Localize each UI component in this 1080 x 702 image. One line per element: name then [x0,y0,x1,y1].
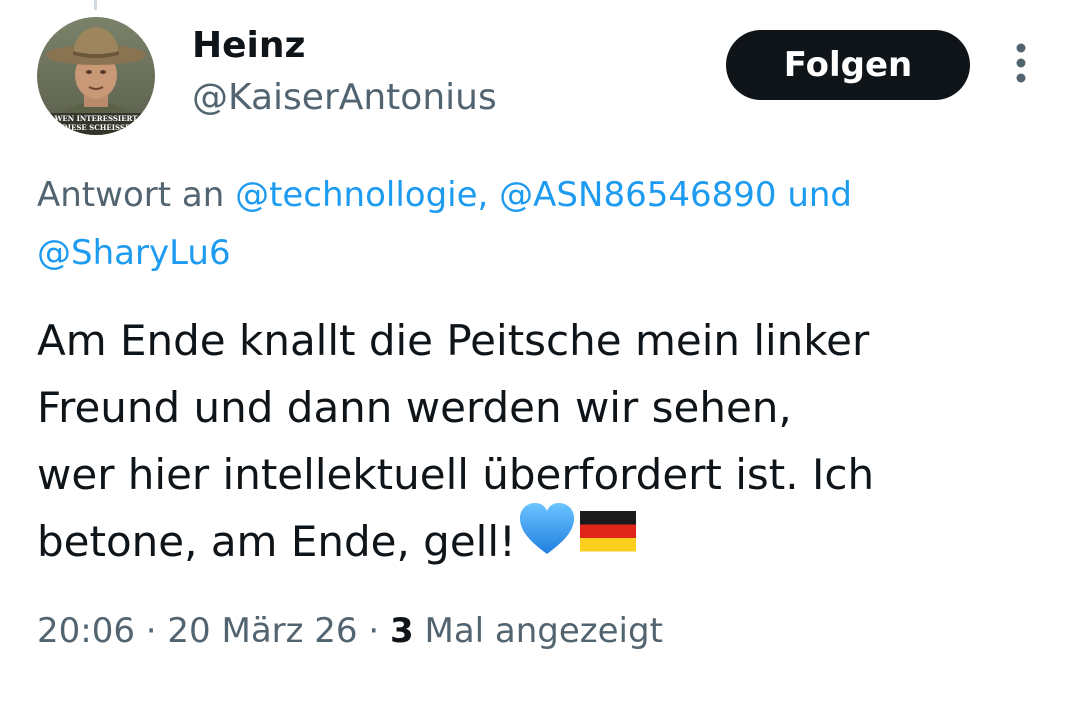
blue-heart-icon [518,502,576,575]
tweet-text: Am Ende knallt die Peitsche mein linker … [37,307,1047,581]
display-name[interactable]: Heinz [192,24,305,68]
reply-context: Antwort an @technollogie, @ASN86546890 u… [37,166,1047,282]
meta-separator: · [368,611,380,651]
tweet-text-line: betone, am Ende, gell! [37,517,516,566]
reply-conjunction: und [787,175,853,215]
user-handle[interactable]: @KaiserAntonius [192,76,497,120]
avatar-caption-2: DIESE SCHEISSE [62,123,131,132]
meta-separator: · [145,611,157,651]
mention-link-sharylu6[interactable]: @SharyLu6 [37,233,231,273]
tweet-text-line: Freund und dann werden wir sehen, [37,383,792,432]
tweet-time[interactable]: 20:06 [37,611,135,651]
germany-flag-icon [578,505,638,572]
thread-line [94,0,97,10]
mention-link-technollogie[interactable]: @technollogie, [235,175,488,215]
more-vertical-icon[interactable] [1004,42,1038,88]
avatar-caption-1: WEN INTERESSIERT [54,114,139,123]
mention-link-asn86546890[interactable]: @ASN86546890 [499,175,776,215]
follow-button[interactable]: Folgen [726,30,970,100]
reply-prefix: Antwort an [37,175,225,215]
tweet-meta: 20:06 · 20 März 26 · 3 Mal angezeigt [37,606,663,656]
views-label[interactable]: Mal angezeigt [424,611,662,651]
tweet-text-line: Am Ende knallt die Peitsche mein linker [37,316,870,365]
avatar[interactable]: WEN INTERESSIERT DIESE SCHEISSE [37,17,155,135]
views-count[interactable]: 3 [390,611,414,651]
tweet-text-line: wer hier intellektuell überfordert ist. … [37,450,875,499]
tweet-date[interactable]: 20 März 26 [167,611,357,651]
tweet-page: WEN INTERESSIERT DIESE SCHEISSE Heinz @K… [0,0,1080,702]
